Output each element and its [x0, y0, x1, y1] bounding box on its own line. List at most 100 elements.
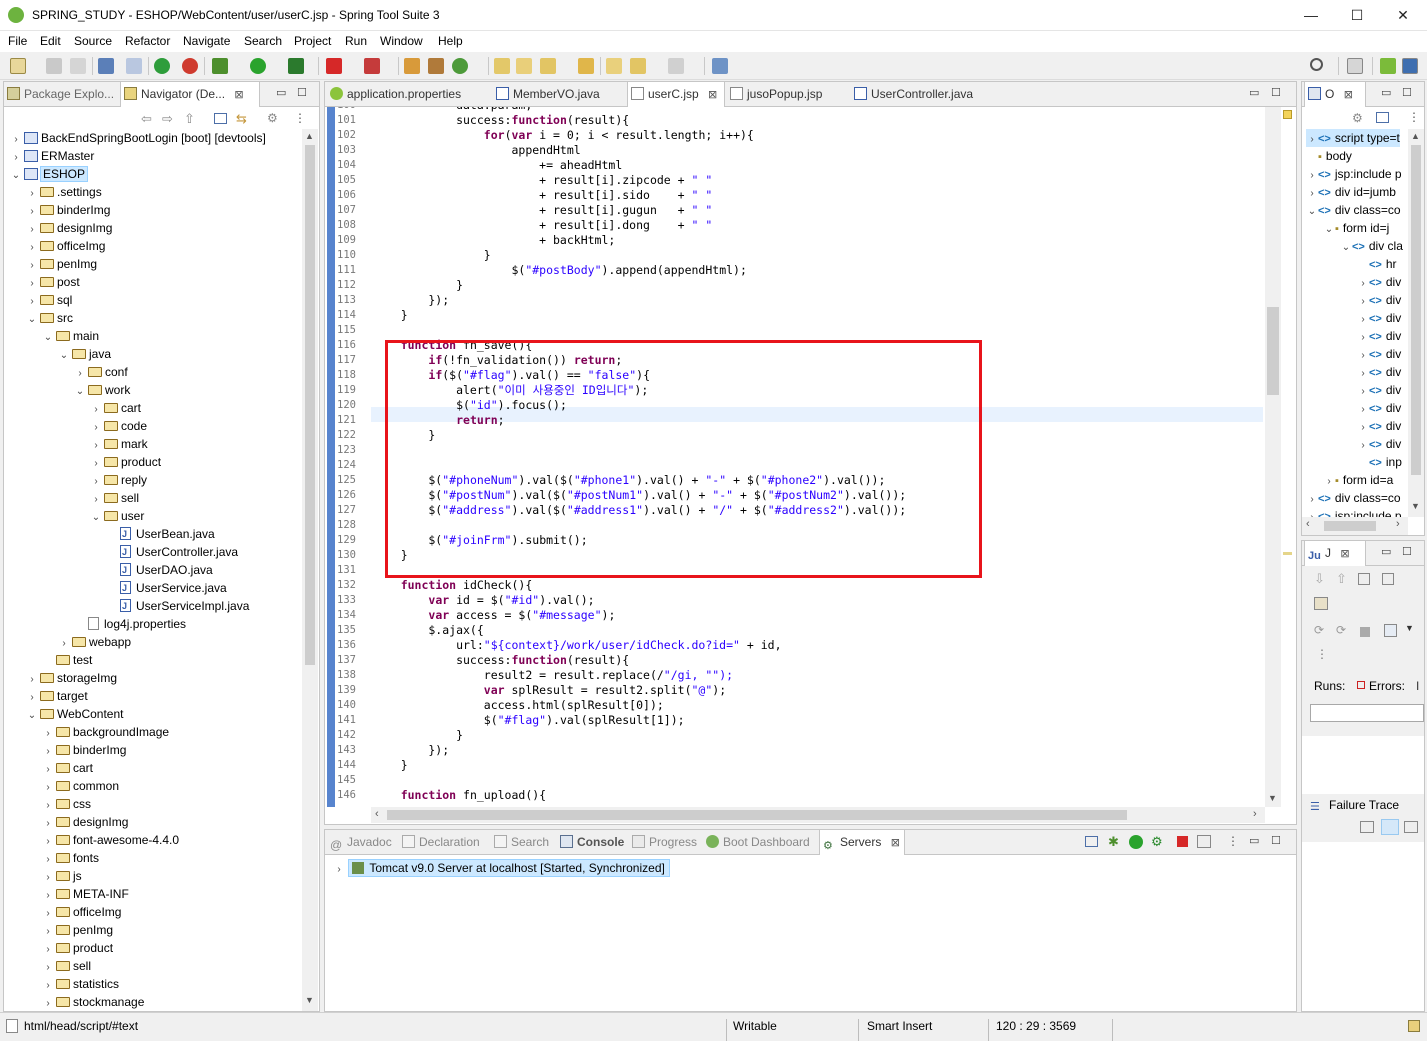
tree-item[interactable]: › binderImg — [42, 741, 126, 759]
tree-item[interactable]: UserBean.java — [106, 525, 215, 543]
save-all-icon[interactable] — [70, 58, 86, 74]
compare-icon[interactable] — [1360, 821, 1374, 833]
coverage-icon[interactable] — [288, 58, 304, 74]
tab-userc-jsp[interactable]: userC.jsp ⊠ — [627, 82, 725, 108]
close-icon[interactable]: ⊠ — [234, 89, 243, 101]
scroll-lock-icon[interactable] — [1382, 573, 1394, 585]
outline-scroll-thumb[interactable] — [1411, 145, 1421, 475]
outline-item[interactable]: › <> div class=co — [1306, 489, 1400, 507]
filter-stack-icon[interactable] — [1381, 819, 1399, 835]
outline-item[interactable]: ▪ body — [1306, 147, 1352, 165]
menu-project[interactable]: Project — [294, 34, 331, 48]
close-icon[interactable]: ⊠ — [1340, 548, 1349, 560]
outline-item[interactable]: ⌄ <> div class=co — [1306, 201, 1401, 219]
chevron-down-icon[interactable]: ⌄ — [42, 329, 54, 347]
menu-search[interactable]: Search — [244, 34, 282, 48]
tree-item[interactable]: ⌄ java — [58, 345, 111, 363]
outline-item[interactable]: › <> div — [1357, 291, 1401, 309]
outline-item[interactable]: › <> script type=t — [1306, 129, 1400, 147]
stop-icon[interactable] — [1360, 627, 1370, 637]
notification-icon[interactable] — [1408, 1020, 1420, 1032]
view-menu-icon[interactable]: ⋮ — [1227, 834, 1239, 848]
tree-item[interactable]: › storageImg — [26, 669, 117, 687]
tree-item[interactable]: › penImg — [26, 255, 97, 273]
outline-hscroll-thumb[interactable] — [1324, 521, 1376, 531]
menu-refactor[interactable]: Refactor — [125, 34, 170, 48]
maximize-view-icon[interactable]: ☐ — [297, 86, 307, 99]
tree-item[interactable]: ⌄ WebContent — [26, 705, 124, 723]
skip-breakpoints-icon[interactable] — [126, 58, 142, 74]
minimize-view-icon[interactable]: ▭ — [1381, 86, 1391, 99]
outline-item[interactable]: › <> div — [1357, 363, 1401, 381]
tab-boot-dashboard[interactable]: Boot Dashboard — [703, 830, 817, 855]
filter-icon[interactable]: ⚙ — [267, 111, 278, 125]
outline-item[interactable]: › <> div — [1357, 417, 1401, 435]
menu-run[interactable]: Run — [345, 34, 367, 48]
navigator-scroll-thumb[interactable] — [305, 145, 315, 665]
run-icon[interactable] — [250, 58, 266, 74]
chevron-right-icon[interactable]: › — [1306, 509, 1318, 517]
previous-failure-icon[interactable]: ⇧ — [1336, 571, 1347, 587]
tree-item[interactable]: › cart — [42, 759, 93, 777]
tree-item[interactable]: › stockmanage — [42, 993, 144, 1011]
chevron-right-icon[interactable]: › — [42, 995, 54, 1011]
chevron-down-icon[interactable]: ⌄ — [1340, 239, 1352, 257]
spring-perspective-icon[interactable] — [1380, 58, 1396, 74]
chevron-down-icon[interactable]: ⌄ — [10, 167, 22, 185]
tree-item[interactable]: › product — [42, 939, 113, 957]
code-editor[interactable]: 100 data:param,101 success:function(resu… — [325, 107, 1282, 807]
tree-item[interactable]: UserService.java — [106, 579, 227, 597]
dropdown-icon[interactable]: ▼ — [1405, 623, 1414, 633]
tab-servers[interactable]: ⚙ Servers ⊠ — [819, 830, 905, 856]
open-perspective-icon[interactable] — [1347, 58, 1363, 74]
chevron-down-icon[interactable]: ⌄ — [1306, 203, 1318, 221]
stop-server-icon[interactable] — [1177, 836, 1188, 847]
tab-junit[interactable]: Ju J ⊠ — [1304, 541, 1366, 567]
chevron-down-icon[interactable]: ⌄ — [26, 311, 38, 329]
tab-outline[interactable]: O ⊠ — [1304, 82, 1366, 108]
outline-item[interactable]: › <> div — [1357, 381, 1401, 399]
outline-item[interactable]: <> hr — [1357, 255, 1397, 273]
forward-arrow-icon[interactable]: ⇨ — [162, 111, 173, 127]
external-tools-icon[interactable] — [364, 58, 380, 74]
menu-window[interactable]: Window — [380, 34, 423, 48]
debug-server-icon[interactable]: ✱ — [1108, 834, 1119, 850]
chevron-down-icon[interactable]: ⌄ — [74, 383, 86, 401]
open-task-icon[interactable] — [578, 58, 594, 74]
minimize-view-icon[interactable]: ▭ — [276, 86, 286, 99]
next-failure-icon[interactable]: ⇩ — [1314, 571, 1325, 587]
chevron-down-icon[interactable]: ⌄ — [1323, 221, 1335, 239]
boot-icon[interactable] — [154, 58, 170, 74]
minimize-view-icon[interactable]: ▭ — [1381, 545, 1391, 558]
tree-item[interactable]: ⌄ src — [26, 309, 73, 327]
tree-item[interactable]: ⌄ ESHOP — [10, 165, 89, 185]
rerun-failed-icon[interactable]: ⟳ — [1336, 623, 1346, 637]
tree-item[interactable]: › sell — [90, 489, 139, 507]
tab-search[interactable]: Search — [491, 830, 555, 855]
maximize-view-icon[interactable]: ☐ — [1402, 545, 1412, 558]
tree-item[interactable]: › post — [26, 273, 79, 291]
outline-item[interactable]: › <> div — [1357, 273, 1401, 291]
relaunch-icon[interactable] — [182, 58, 198, 74]
warning-marker-icon[interactable] — [1283, 110, 1292, 119]
publish-icon[interactable] — [1197, 835, 1211, 848]
maximize-view-icon[interactable]: ☐ — [1271, 86, 1281, 99]
open-resource-icon[interactable] — [516, 58, 532, 74]
editor-vertical-scrollbar[interactable]: ▼ — [1265, 107, 1281, 807]
collapse-all-icon[interactable] — [1376, 112, 1389, 123]
chevron-down-icon[interactable]: ⌄ — [58, 347, 70, 365]
outline-item[interactable]: ⌄ <> div cla — [1340, 237, 1403, 255]
open-type-icon[interactable] — [494, 58, 510, 74]
chevron-down-icon[interactable]: ⌄ — [26, 707, 38, 725]
tree-item[interactable]: › backgroundImage — [42, 723, 169, 741]
chevron-down-icon[interactable]: ⌄ — [90, 509, 102, 527]
filter-icon[interactable]: ⚙ — [1352, 111, 1363, 125]
server-row[interactable]: › Tomcat v9.0 Server at localhost [Start… — [333, 859, 670, 877]
tree-item[interactable]: › reply — [90, 471, 147, 489]
menu-file[interactable]: File — [8, 34, 27, 48]
view-menu-icon[interactable]: ⋮ — [1408, 110, 1420, 124]
tree-item[interactable]: ⌄ main — [42, 327, 99, 345]
outline-item[interactable]: <> inp — [1357, 453, 1402, 471]
tab-progress[interactable]: Progress — [629, 830, 701, 855]
tree-item[interactable]: › META-INF — [42, 885, 128, 903]
